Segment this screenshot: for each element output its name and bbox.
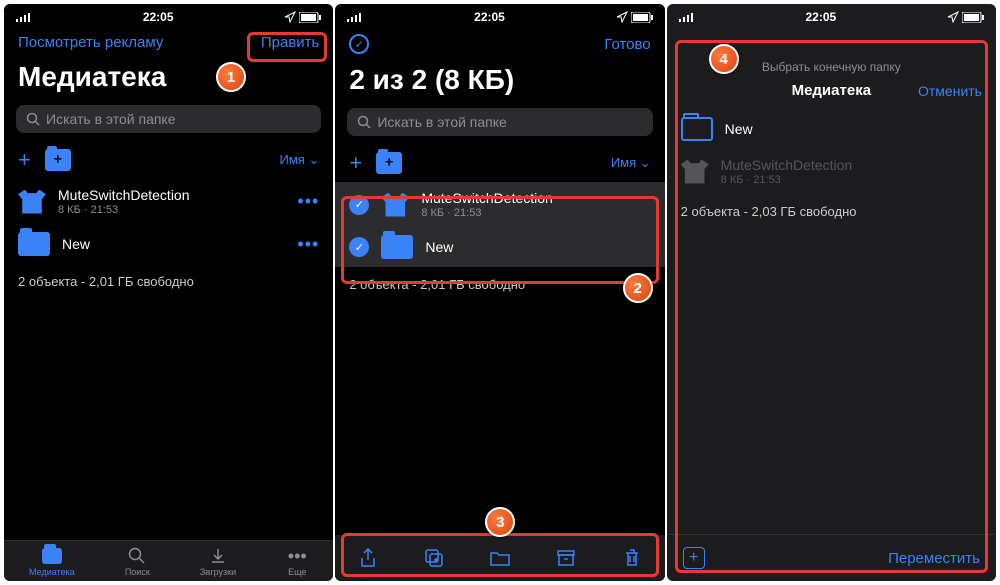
screen-2-selection: 22:05 Готово 2 из 2 (8 КБ) Искать в этой… <box>335 4 664 581</box>
status-right <box>616 11 653 23</box>
delete-button[interactable] <box>621 547 643 569</box>
action-bar <box>335 535 664 581</box>
signal-icon <box>347 12 363 22</box>
more-button[interactable]: ••• <box>297 191 319 212</box>
select-all-button[interactable] <box>349 34 369 54</box>
item-meta: 8 КБ · 21:53 <box>421 207 650 219</box>
item-name: New <box>425 239 650 255</box>
item-name: MuteSwitchDetection <box>421 190 650 206</box>
list-item-selected[interactable]: ✓ MuteSwitchDetection 8 КБ · 21:53 <box>335 182 664 227</box>
status-time: 22:05 <box>143 10 174 24</box>
file-icon <box>681 160 709 184</box>
item-name: New <box>725 121 982 137</box>
search-icon <box>126 547 148 565</box>
search-input[interactable]: Искать в этой папке <box>16 105 321 133</box>
search-input[interactable]: Искать в этой папке <box>347 108 652 136</box>
list-item[interactable]: MuteSwitchDetection 8 КБ · 21:53 ••• <box>4 179 333 224</box>
more-icon: ••• <box>286 547 308 565</box>
tab-more[interactable]: ••• Еще <box>286 547 308 577</box>
page-title: Медиатека <box>4 59 333 101</box>
status-bar: 22:05 <box>667 4 996 26</box>
new-folder-button[interactable] <box>45 149 71 171</box>
location-icon <box>284 11 296 23</box>
status-bar: 22:05 <box>335 4 664 26</box>
sort-button[interactable]: Имя ⌄ <box>280 152 320 168</box>
item-meta: 8 КБ · 21:53 <box>58 204 285 216</box>
folder-icon <box>381 235 413 259</box>
add-button[interactable]: + <box>349 150 362 176</box>
search-placeholder: Искать в этой папке <box>46 111 176 127</box>
checkmark-icon: ✓ <box>349 195 369 215</box>
folder-icon <box>681 117 713 141</box>
signal-icon <box>679 12 695 22</box>
share-button[interactable] <box>357 547 379 569</box>
copy-button[interactable] <box>423 547 445 569</box>
search-placeholder: Искать в этой папке <box>377 114 507 130</box>
battery-icon <box>299 12 321 23</box>
checkmark-icon: ✓ <box>349 237 369 257</box>
item-meta: 8 КБ · 21:53 <box>721 174 982 186</box>
edit-button[interactable]: Править <box>261 34 320 51</box>
list-item-disabled: MuteSwitchDetection 8 КБ · 21:53 <box>667 149 996 194</box>
new-folder-button[interactable]: + <box>683 547 705 569</box>
tab-bar: Медиатека Поиск Загрузки ••• Еще <box>4 540 333 581</box>
callout-3: 3 <box>485 507 515 537</box>
search-icon <box>26 112 40 126</box>
footer-info: 2 объекта - 2,01 ГБ свободно <box>4 264 333 299</box>
battery-icon <box>631 12 653 23</box>
location-icon <box>947 11 959 23</box>
file-icon <box>18 190 46 214</box>
status-right <box>947 11 984 23</box>
add-button[interactable]: + <box>18 147 31 173</box>
more-button[interactable]: ••• <box>297 234 319 255</box>
folder-icon <box>18 232 50 256</box>
search-icon <box>357 115 371 129</box>
signal-icon <box>16 12 32 22</box>
list-item-selected[interactable]: ✓ New <box>335 227 664 267</box>
nav-bar: Посмотреть рекламу Править <box>4 26 333 59</box>
item-name: New <box>62 236 285 252</box>
screen-1-library: 22:05 Посмотреть рекламу Править 1 Медиа… <box>4 4 333 581</box>
watch-ad-link[interactable]: Посмотреть рекламу <box>18 34 163 51</box>
status-time: 22:05 <box>805 10 836 24</box>
new-folder-button[interactable] <box>376 152 402 174</box>
callout-1: 1 <box>216 62 246 92</box>
list-item[interactable]: New ••• <box>4 224 333 264</box>
sort-button[interactable]: Имя ⌄ <box>611 155 651 171</box>
tab-downloads[interactable]: Загрузки <box>200 547 236 577</box>
tab-search[interactable]: Поиск <box>125 547 150 577</box>
callout-4: 4 <box>709 44 739 74</box>
download-icon <box>207 547 229 565</box>
status-time: 22:05 <box>474 10 505 24</box>
nav-bar: Готово <box>335 26 664 62</box>
status-right <box>284 11 321 23</box>
file-icon <box>381 193 409 217</box>
item-name: MuteSwitchDetection <box>58 187 285 203</box>
location-icon <box>616 11 628 23</box>
move-confirm-button[interactable]: Переместить <box>888 550 980 567</box>
bottom-bar: + Переместить <box>667 534 996 581</box>
toolbar: + Имя ⌄ <box>335 140 664 182</box>
done-button[interactable]: Готово <box>604 36 650 53</box>
list-item[interactable]: New <box>667 109 996 149</box>
cancel-button[interactable]: Отменить <box>918 83 982 99</box>
modal-title: Медиатека <box>792 82 871 99</box>
tab-library[interactable]: Медиатека <box>29 547 75 577</box>
screen-3-destination: 22:05 4 Выбрать конечную папку Медиатека… <box>667 4 996 581</box>
archive-button[interactable] <box>555 547 577 569</box>
footer-info: 2 объекта - 2,03 ГБ свободно <box>667 194 996 229</box>
toolbar: + Имя ⌄ <box>4 137 333 179</box>
selection-title: 2 из 2 (8 КБ) <box>335 62 664 104</box>
item-name: MuteSwitchDetection <box>721 157 982 173</box>
callout-2: 2 <box>623 273 653 303</box>
status-bar: 22:05 <box>4 4 333 26</box>
modal-header: Медиатека Отменить <box>667 76 996 109</box>
footer-info: 2 объекта - 2,01 ГБ свободно <box>335 267 664 302</box>
move-button[interactable] <box>489 547 511 569</box>
battery-icon <box>962 12 984 23</box>
folder-icon <box>42 548 62 564</box>
